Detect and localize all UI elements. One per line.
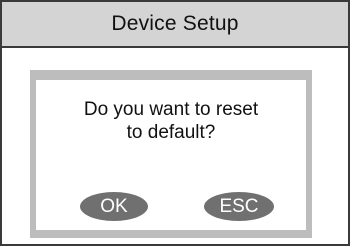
- ok-button[interactable]: OK: [80, 192, 148, 221]
- title-bar: Device Setup: [2, 2, 348, 48]
- reset-confirm-dialog: Do you want to reset to default? OK ESC: [30, 70, 312, 238]
- dialog-body: Do you want to reset to default? OK ESC: [36, 80, 306, 230]
- screen-title: Device Setup: [111, 12, 239, 35]
- device-screen: Device Setup Do you want to reset to def…: [0, 0, 350, 246]
- esc-button[interactable]: ESC: [204, 192, 274, 221]
- dialog-message: Do you want to reset to default?: [36, 98, 306, 144]
- dialog-message-line-2: to default?: [126, 122, 216, 143]
- dialog-message-line-1: Do you want to reset: [83, 99, 259, 120]
